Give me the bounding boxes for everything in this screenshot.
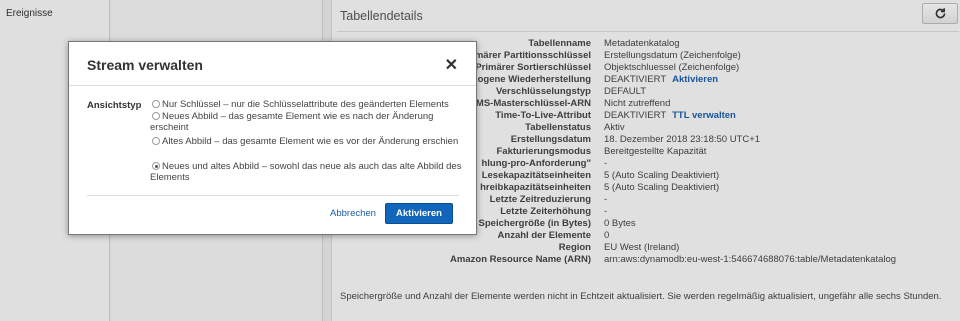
cancel-button[interactable]: Abbrechen <box>330 208 376 219</box>
close-icon[interactable]: ✕ <box>445 55 458 75</box>
radio-keys-only[interactable] <box>152 100 160 108</box>
radio-new-and-old-images[interactable] <box>152 162 160 170</box>
radio-new-image[interactable] <box>152 112 160 120</box>
radio-old-image[interactable] <box>152 137 160 145</box>
option-keys-only[interactable]: Nur Schlüssel – nur die Schlüsselattribu… <box>150 99 465 110</box>
option-label: Neues und altes Abbild – sowohl das neue… <box>150 161 462 183</box>
option-label: Nur Schlüssel – nur die Schlüsselattribu… <box>162 99 449 110</box>
option-old-image[interactable]: Altes Abbild – das gesamte Element wie e… <box>150 136 465 147</box>
manage-stream-dialog: Stream verwalten ✕ Ansichtstyp Nur Schlü… <box>68 41 477 235</box>
dialog-divider <box>69 85 476 86</box>
option-label: Neues Abbild – das gesamte Element wie e… <box>150 111 434 133</box>
option-new-and-old-images[interactable]: Neues und altes Abbild – sowohl das neue… <box>150 161 465 183</box>
view-type-label: Ansichtstyp <box>87 100 142 111</box>
option-label: Altes Abbild – das gesamte Element wie e… <box>162 136 459 147</box>
activate-button[interactable]: Aktivieren <box>385 203 453 224</box>
dialog-title: Stream verwalten <box>87 57 203 73</box>
dialog-footer-divider <box>87 195 459 196</box>
option-new-image[interactable]: Neues Abbild – das gesamte Element wie e… <box>150 111 465 133</box>
